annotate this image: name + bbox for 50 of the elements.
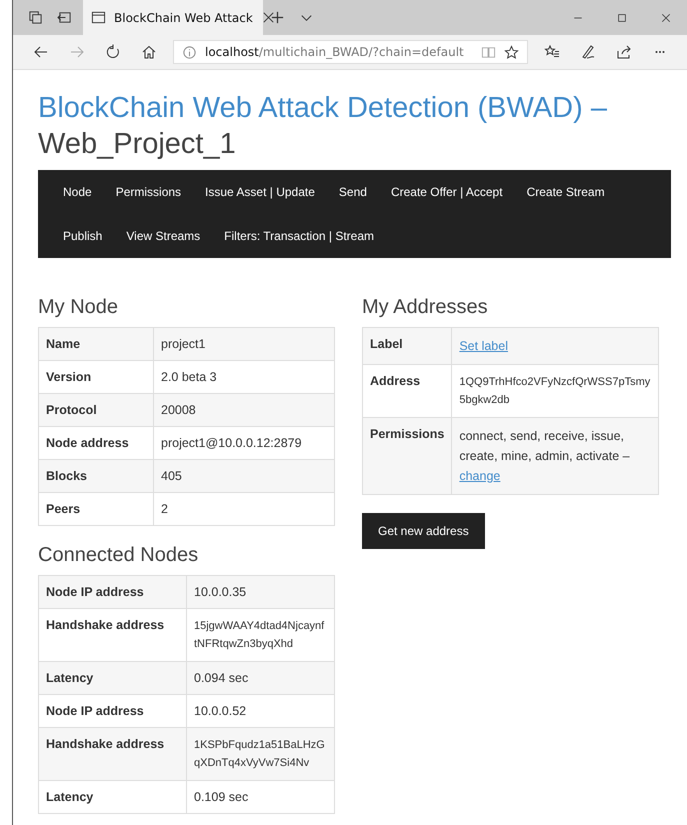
table-cell: Peers — [38, 492, 154, 526]
table-cell: Protocol — [38, 394, 154, 426]
close-icon[interactable] — [660, 12, 672, 24]
set-aside-icon[interactable] — [57, 10, 72, 25]
section-heading: Connected Nodes — [38, 544, 200, 567]
table-cell: Permissions — [362, 418, 452, 494]
nav-link[interactable]: Publish — [51, 229, 114, 243]
table-cell: Label — [362, 328, 452, 364]
refresh-icon[interactable] — [105, 44, 121, 60]
nav-link[interactable]: Permissions — [104, 185, 194, 199]
table-cell: Blocks — [38, 460, 154, 492]
info-icon — [182, 44, 197, 60]
table-cell: 0.109 sec — [186, 780, 334, 814]
table-cell: 20008 — [154, 394, 334, 426]
project-name: Web_Project_1 — [38, 128, 236, 160]
pen-icon[interactable] — [580, 44, 596, 60]
table-cell: 10.0.0.35 — [186, 576, 334, 608]
tabs-icon[interactable] — [28, 10, 43, 25]
favorites-icon[interactable] — [544, 44, 560, 60]
table-cell: 2 — [154, 492, 334, 526]
get-new-address-button[interactable]: Get new address — [362, 513, 485, 549]
nav-link[interactable]: Issue Asset | Update — [193, 185, 327, 199]
section-heading: My Node — [38, 296, 120, 319]
table-cell: Latency — [38, 662, 186, 694]
table-cell: Latency — [38, 780, 186, 814]
nav-link[interactable]: Create Offer | Accept — [378, 185, 515, 199]
nav-link[interactable]: Filters: Transaction | Stream — [212, 229, 386, 243]
close-icon[interactable] — [260, 10, 276, 25]
table-cell: 1KSPbFqudz1a51BaLHzGqXDnTq4xVyVw7Si4Nv — [186, 728, 334, 780]
home-icon[interactable] — [141, 44, 157, 60]
table-cell: 405 — [154, 460, 334, 492]
nav-link[interactable]: Send — [326, 185, 379, 199]
page-icon — [91, 10, 106, 25]
table-cell: Name — [38, 328, 154, 360]
nav-link[interactable]: Node — [51, 185, 104, 199]
permissions-text: connect, send, receive, issue, create, mine, admin, activate – — [459, 429, 630, 463]
back-icon[interactable] — [33, 44, 49, 60]
share-icon[interactable] — [616, 44, 632, 60]
table-cell: 0.094 sec — [186, 662, 334, 694]
page-title: BlockChain Web Attack Detection (BWAD) – — [38, 92, 607, 124]
table-cell: Node IP address — [38, 576, 186, 608]
table-cell: project1 — [154, 328, 334, 360]
table-cell: Handshake address — [38, 728, 186, 780]
new-tab-icon[interactable] — [270, 10, 285, 25]
section-heading: My Addresses — [362, 296, 489, 319]
maximize-icon[interactable] — [616, 12, 628, 24]
nav-link[interactable]: Create Stream — [514, 185, 617, 199]
address-field[interactable]: localhost/multichain_BWAD/?chain=default — [173, 40, 528, 64]
star-icon[interactable] — [504, 44, 519, 60]
nav-link[interactable]: View Streams — [114, 229, 212, 243]
